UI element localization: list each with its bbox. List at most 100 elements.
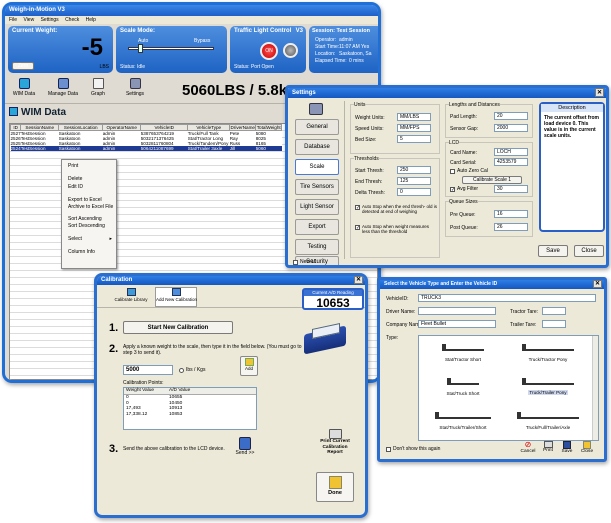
calibrate-scale-button[interactable]: Calibrate Scale 1 bbox=[462, 176, 522, 184]
vehicle-type-item-selected[interactable]: Truck/Trailer Pony bbox=[507, 374, 589, 404]
context-sort-descending[interactable]: Sort Descending bbox=[68, 223, 105, 229]
nav-tire-sensors[interactable]: Tire Sensors bbox=[295, 179, 339, 195]
nav-light-sensor[interactable]: Light Sensor bbox=[295, 199, 339, 215]
red-light-button[interactable]: ON bbox=[260, 42, 278, 60]
avg-filter-checkbox[interactable]: ✓ bbox=[450, 187, 455, 193]
known-weight-input[interactable]: 5000 bbox=[123, 365, 173, 375]
cell-weight: 5060 bbox=[255, 146, 266, 151]
menu-help[interactable]: Help bbox=[86, 17, 96, 23]
toolbar-manage-data[interactable]: Manage Data bbox=[47, 78, 79, 102]
list-item[interactable]: 17,338.12 10853 bbox=[124, 412, 256, 418]
done-icon bbox=[328, 476, 342, 489]
settings-nav: General Database Scale Tire Sensors Ligh… bbox=[291, 101, 345, 265]
traffic-light-panel: Traffic Light Control V3 ON Status: Port… bbox=[230, 26, 306, 73]
traffic-status: Status: Port Open bbox=[234, 64, 274, 70]
settings-close-icon[interactable]: ✕ bbox=[595, 88, 604, 97]
zero-button[interactable]: Zero bbox=[12, 62, 34, 70]
context-edit-id[interactable]: Edit ID bbox=[68, 184, 83, 190]
send-button[interactable]: Send >> bbox=[233, 437, 257, 463]
auto-zero-checkbox[interactable] bbox=[450, 169, 455, 174]
start-new-calibration-button[interactable]: Start New Calibration bbox=[123, 321, 233, 334]
trailer-tare-input[interactable] bbox=[542, 320, 566, 328]
vehicle-save-button[interactable]: Save bbox=[559, 440, 575, 458]
card-name-input[interactable]: LOCH bbox=[494, 148, 528, 156]
delta-thresh-input[interactable]: 0 bbox=[397, 188, 431, 196]
bed-size-label: Bed Size: bbox=[355, 137, 377, 143]
context-sort-ascending[interactable]: Sort Ascending bbox=[68, 216, 102, 222]
post-queue-label: Post Queue: bbox=[450, 225, 478, 231]
vehicle-type-item[interactable]: Truck/Tractor Pony bbox=[507, 340, 589, 370]
col-session-name[interactable]: SessionName bbox=[20, 124, 60, 131]
col-session-location[interactable]: SessionLocation bbox=[58, 124, 104, 131]
print-icon bbox=[543, 441, 553, 448]
driver-name-input[interactable] bbox=[418, 307, 496, 315]
menu-settings[interactable]: Settings bbox=[41, 17, 59, 23]
company-name-input[interactable]: Fleet Bullet bbox=[418, 320, 496, 328]
vehicle-type-item[interactable]: Stat/Tractor Short bbox=[423, 340, 503, 370]
col-total-weight[interactable]: TotalWeight bbox=[255, 124, 283, 131]
card-serial-input[interactable]: 4253579 bbox=[494, 158, 528, 166]
cancel-icon: ⊘ bbox=[524, 440, 532, 449]
calibration-points-label: Calibration Points: bbox=[123, 380, 164, 386]
calibration-close-icon[interactable]: ✕ bbox=[354, 276, 363, 284]
bed-size-select[interactable]: 5 bbox=[397, 135, 431, 143]
done-button[interactable]: Done bbox=[316, 472, 354, 502]
post-queue-select[interactable]: 26 bbox=[494, 223, 528, 231]
avg-filter-select[interactable]: 30 bbox=[494, 185, 528, 193]
menu-view[interactable]: View bbox=[23, 17, 34, 23]
vehicle-print-button[interactable]: Print bbox=[540, 440, 556, 458]
toolbar-wim-data[interactable]: WIM Data bbox=[11, 78, 37, 102]
weight-units-select[interactable]: MM/LBS bbox=[397, 113, 431, 121]
context-print[interactable]: Print bbox=[68, 163, 78, 169]
end-thresh-input[interactable]: 125 bbox=[397, 177, 431, 185]
vehicle-type-list[interactable]: Stat/Tractor Short Truck/Tractor Pony St… bbox=[418, 335, 599, 441]
sensor-gap-input[interactable]: 2000 bbox=[494, 124, 528, 132]
new-ui-checkbox[interactable] bbox=[293, 260, 298, 265]
menu-file[interactable]: File bbox=[9, 17, 17, 23]
pad-length-input[interactable]: 20 bbox=[494, 112, 528, 120]
settings-save-button[interactable]: Save bbox=[538, 245, 568, 257]
vehicle-cancel-button[interactable]: ⊘ Cancel bbox=[519, 440, 537, 458]
print-report-button[interactable]: Print Current Calibration Report bbox=[315, 429, 355, 465]
vehicle-type-scrollbar[interactable] bbox=[592, 336, 598, 440]
table-row-selected[interactable]: 2524 TestSession Saskatoon admin 50642110876… bbox=[10, 146, 282, 151]
nav-database[interactable]: Database bbox=[295, 139, 339, 155]
tab-calibrate-library[interactable]: Calibrate Library bbox=[111, 288, 151, 307]
vehicle-type-item[interactable]: Truck/Full/Trailer/Axle bbox=[507, 408, 589, 438]
tab-add-new-calibration[interactable]: Add New Calibration bbox=[155, 287, 197, 307]
toolbar-settings[interactable]: Settings bbox=[123, 78, 147, 102]
add-point-button[interactable]: Add bbox=[240, 356, 258, 376]
toolbar-graph[interactable]: Graph bbox=[87, 78, 109, 102]
green-light-button[interactable] bbox=[283, 43, 298, 58]
tractor-tare-input[interactable] bbox=[542, 307, 566, 315]
nav-scale[interactable]: Scale bbox=[295, 159, 339, 175]
vehicle-close-button[interactable]: Close bbox=[578, 440, 596, 458]
pre-queue-select[interactable]: 16 bbox=[494, 210, 528, 218]
calibration-points-list[interactable]: Weight Value A/D Value 0 10655 0 10450 17,… bbox=[123, 387, 257, 430]
col-driver-name[interactable]: DriverName bbox=[229, 124, 257, 131]
vehicle-type-item[interactable]: Stat/Truck/Trailer/Short bbox=[423, 408, 503, 438]
context-column-info[interactable]: Column Info bbox=[68, 249, 95, 255]
vehicle-close-icon[interactable]: ✕ bbox=[593, 280, 602, 288]
settings-close-button[interactable]: Close bbox=[574, 245, 604, 257]
vehicle-type-item[interactable]: Stat/Truck Short bbox=[423, 374, 503, 404]
auto-stop-checkbox-2[interactable]: ✓ bbox=[355, 225, 360, 231]
session-start-key: Start Time: bbox=[315, 44, 340, 50]
nav-testing[interactable]: Testing bbox=[295, 239, 339, 255]
context-delete[interactable]: Delete bbox=[68, 176, 82, 182]
nav-general[interactable]: General bbox=[295, 119, 339, 135]
unit-radio[interactable] bbox=[179, 368, 184, 373]
vehicle-type-name: Truck/Trailer Pony bbox=[528, 390, 568, 395]
vehicle-id-input[interactable]: TRUCK3 bbox=[418, 294, 596, 302]
nav-export[interactable]: Export bbox=[295, 219, 339, 235]
start-thresh-input[interactable]: 250 bbox=[397, 166, 431, 174]
col-operator[interactable]: OperatorName bbox=[102, 124, 142, 131]
context-select[interactable]: Select bbox=[68, 236, 82, 242]
context-archive-excel[interactable]: Archive to Excel File bbox=[68, 204, 113, 210]
auto-stop-checkbox-1[interactable]: ✓ bbox=[355, 205, 360, 211]
speed-units-select[interactable]: MM/FPS bbox=[397, 124, 431, 132]
scale-mode-slider-thumb[interactable] bbox=[138, 44, 143, 53]
menu-check[interactable]: Check bbox=[65, 17, 79, 23]
dont-show-checkbox[interactable] bbox=[386, 447, 391, 452]
context-export-excel[interactable]: Export to Excel bbox=[68, 197, 102, 203]
